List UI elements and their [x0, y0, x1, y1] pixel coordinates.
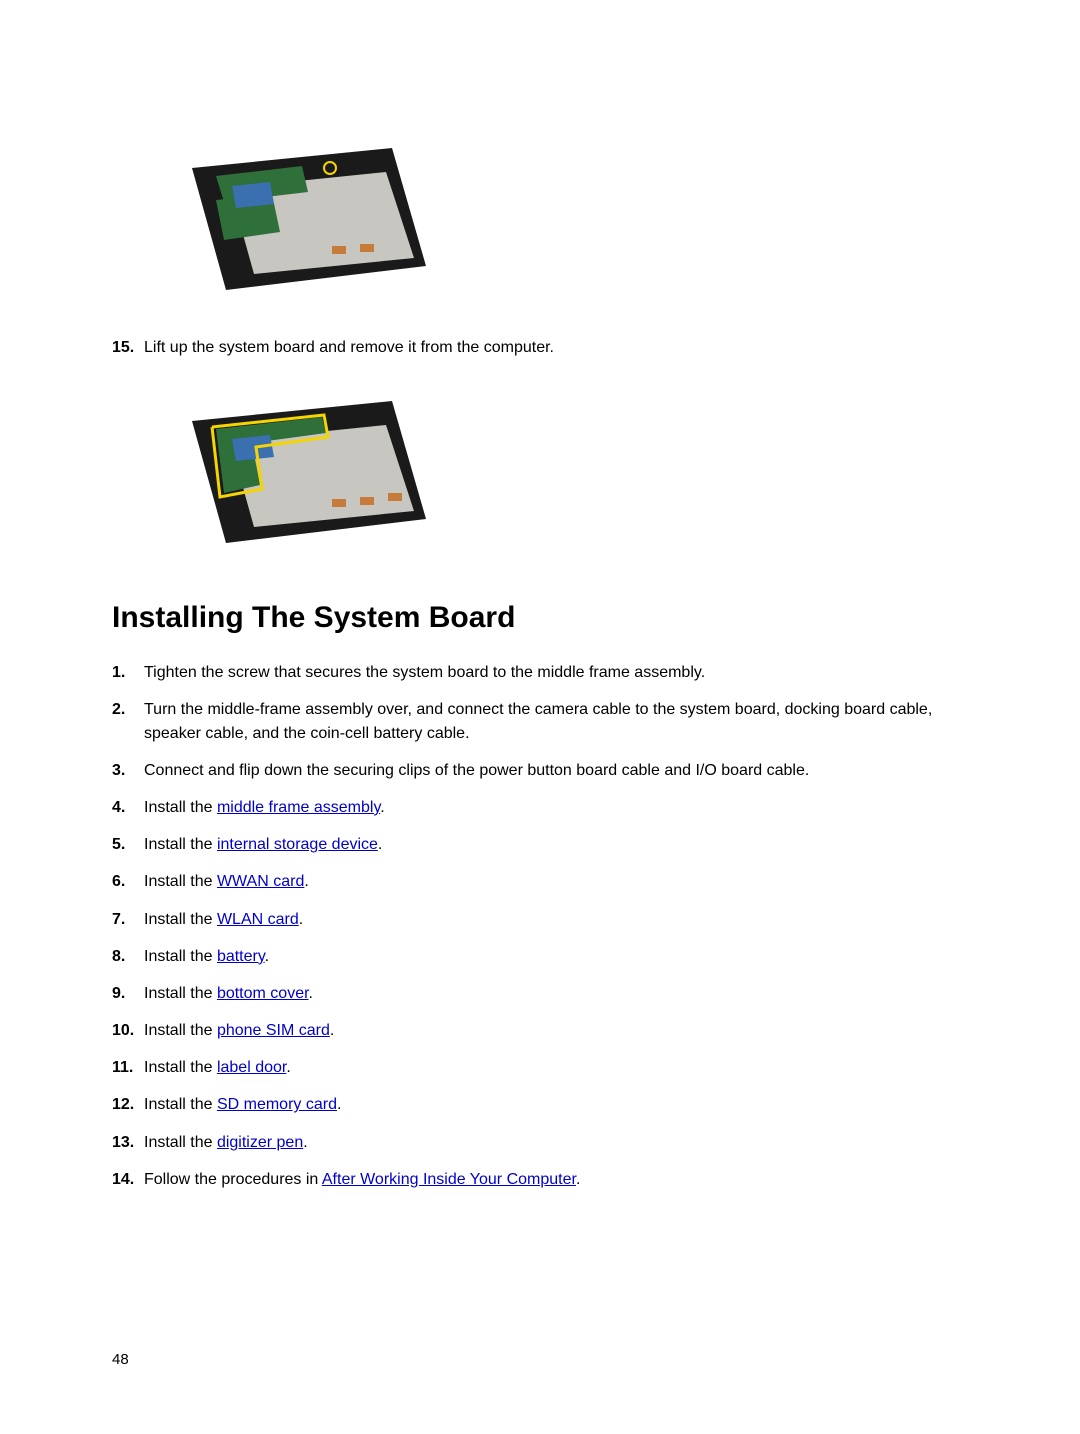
figure-system-board-screw: [182, 140, 968, 300]
step-number: 13.: [112, 1131, 144, 1154]
text-prefix: Install the: [144, 911, 217, 928]
text-suffix: .: [576, 1171, 580, 1188]
text-suffix: .: [299, 911, 303, 928]
install-step-3: 3. Connect and flip down the securing cl…: [112, 759, 968, 782]
manual-page: 15. Lift up the system board and remove …: [0, 0, 1080, 1434]
link-bottom-cover[interactable]: bottom cover: [217, 985, 309, 1002]
install-step-5: 5. Install the internal storage device.: [112, 833, 968, 856]
step-number: 1.: [112, 661, 144, 684]
step-number: 11.: [112, 1056, 144, 1079]
text-prefix: Install the: [144, 948, 217, 965]
text-suffix: .: [337, 1096, 341, 1113]
step-text: Install the label door.: [144, 1056, 968, 1079]
install-step-4: 4. Install the middle frame assembly.: [112, 796, 968, 819]
text-prefix: Install the: [144, 1096, 217, 1113]
step-text: Install the phone SIM card.: [144, 1019, 968, 1042]
step-text: Install the SD memory card.: [144, 1093, 968, 1116]
text-prefix: Install the: [144, 985, 217, 1002]
link-sd-memory-card[interactable]: SD memory card: [217, 1096, 337, 1113]
step-number: 7.: [112, 908, 144, 931]
text-suffix: .: [286, 1059, 290, 1076]
step-number: 14.: [112, 1168, 144, 1191]
section-heading-installing-system-board: Installing The System Board: [112, 601, 968, 635]
removal-step-15: 15. Lift up the system board and remove …: [112, 336, 968, 359]
install-step-10: 10. Install the phone SIM card.: [112, 1019, 968, 1042]
install-step-7: 7. Install the WLAN card.: [112, 908, 968, 931]
step-number: 9.: [112, 982, 144, 1005]
link-wlan-card[interactable]: WLAN card: [217, 911, 299, 928]
install-step-14: 14. Follow the procedures in After Worki…: [112, 1168, 968, 1191]
link-wwan-card[interactable]: WWAN card: [217, 873, 304, 890]
link-after-working-inside[interactable]: After Working Inside Your Computer: [322, 1171, 576, 1188]
link-label-door[interactable]: label door: [217, 1059, 286, 1076]
text-prefix: Follow the procedures in: [144, 1171, 322, 1188]
step-text: Lift up the system board and remove it f…: [144, 336, 968, 359]
step-text: Install the WLAN card.: [144, 908, 968, 931]
install-step-2: 2. Turn the middle-frame assembly over, …: [112, 698, 968, 744]
link-middle-frame-assembly[interactable]: middle frame assembly: [217, 799, 380, 816]
step-number: 3.: [112, 759, 144, 782]
step-text: Turn the middle-frame assembly over, and…: [144, 698, 968, 744]
step-text: Install the battery.: [144, 945, 968, 968]
step-number: 6.: [112, 870, 144, 893]
text-prefix: Install the: [144, 1059, 217, 1076]
text-prefix: Install the: [144, 799, 217, 816]
step-text: Install the internal storage device.: [144, 833, 968, 856]
text-suffix: .: [303, 1134, 307, 1151]
text-prefix: Install the: [144, 873, 217, 890]
step-number: 8.: [112, 945, 144, 968]
link-internal-storage-device[interactable]: internal storage device: [217, 836, 378, 853]
step-number: 12.: [112, 1093, 144, 1116]
install-step-13: 13. Install the digitizer pen.: [112, 1131, 968, 1154]
step-number: 5.: [112, 833, 144, 856]
install-step-1: 1. Tighten the screw that secures the sy…: [112, 661, 968, 684]
step-text: Install the digitizer pen.: [144, 1131, 968, 1154]
install-step-8: 8. Install the battery.: [112, 945, 968, 968]
text-suffix: .: [380, 799, 384, 816]
step-text: Install the middle frame assembly.: [144, 796, 968, 819]
install-step-12: 12. Install the SD memory card.: [112, 1093, 968, 1116]
step-number: 2.: [112, 698, 144, 744]
link-battery[interactable]: battery: [217, 948, 265, 965]
text-suffix: .: [265, 948, 269, 965]
install-step-11: 11. Install the label door.: [112, 1056, 968, 1079]
step-number: 10.: [112, 1019, 144, 1042]
text-suffix: .: [304, 873, 308, 890]
text-prefix: Install the: [144, 836, 217, 853]
install-step-9: 9. Install the bottom cover.: [112, 982, 968, 1005]
text-suffix: .: [378, 836, 382, 853]
link-phone-sim-card[interactable]: phone SIM card: [217, 1022, 330, 1039]
step-text: Follow the procedures in After Working I…: [144, 1168, 968, 1191]
page-number: 48: [112, 1351, 129, 1368]
text-prefix: Install the: [144, 1134, 217, 1151]
step-text: Install the bottom cover.: [144, 982, 968, 1005]
step-text: Connect and flip down the securing clips…: [144, 759, 968, 782]
step-number: 15.: [112, 336, 144, 359]
text-suffix: .: [330, 1022, 334, 1039]
link-digitizer-pen[interactable]: digitizer pen: [217, 1134, 303, 1151]
text-suffix: .: [309, 985, 313, 1002]
step-number: 4.: [112, 796, 144, 819]
text-prefix: Install the: [144, 1022, 217, 1039]
step-text: Install the WWAN card.: [144, 870, 968, 893]
install-step-6: 6. Install the WWAN card.: [112, 870, 968, 893]
step-text: Tighten the screw that secures the syste…: [144, 661, 968, 684]
figure-system-board-removal: [182, 393, 968, 553]
